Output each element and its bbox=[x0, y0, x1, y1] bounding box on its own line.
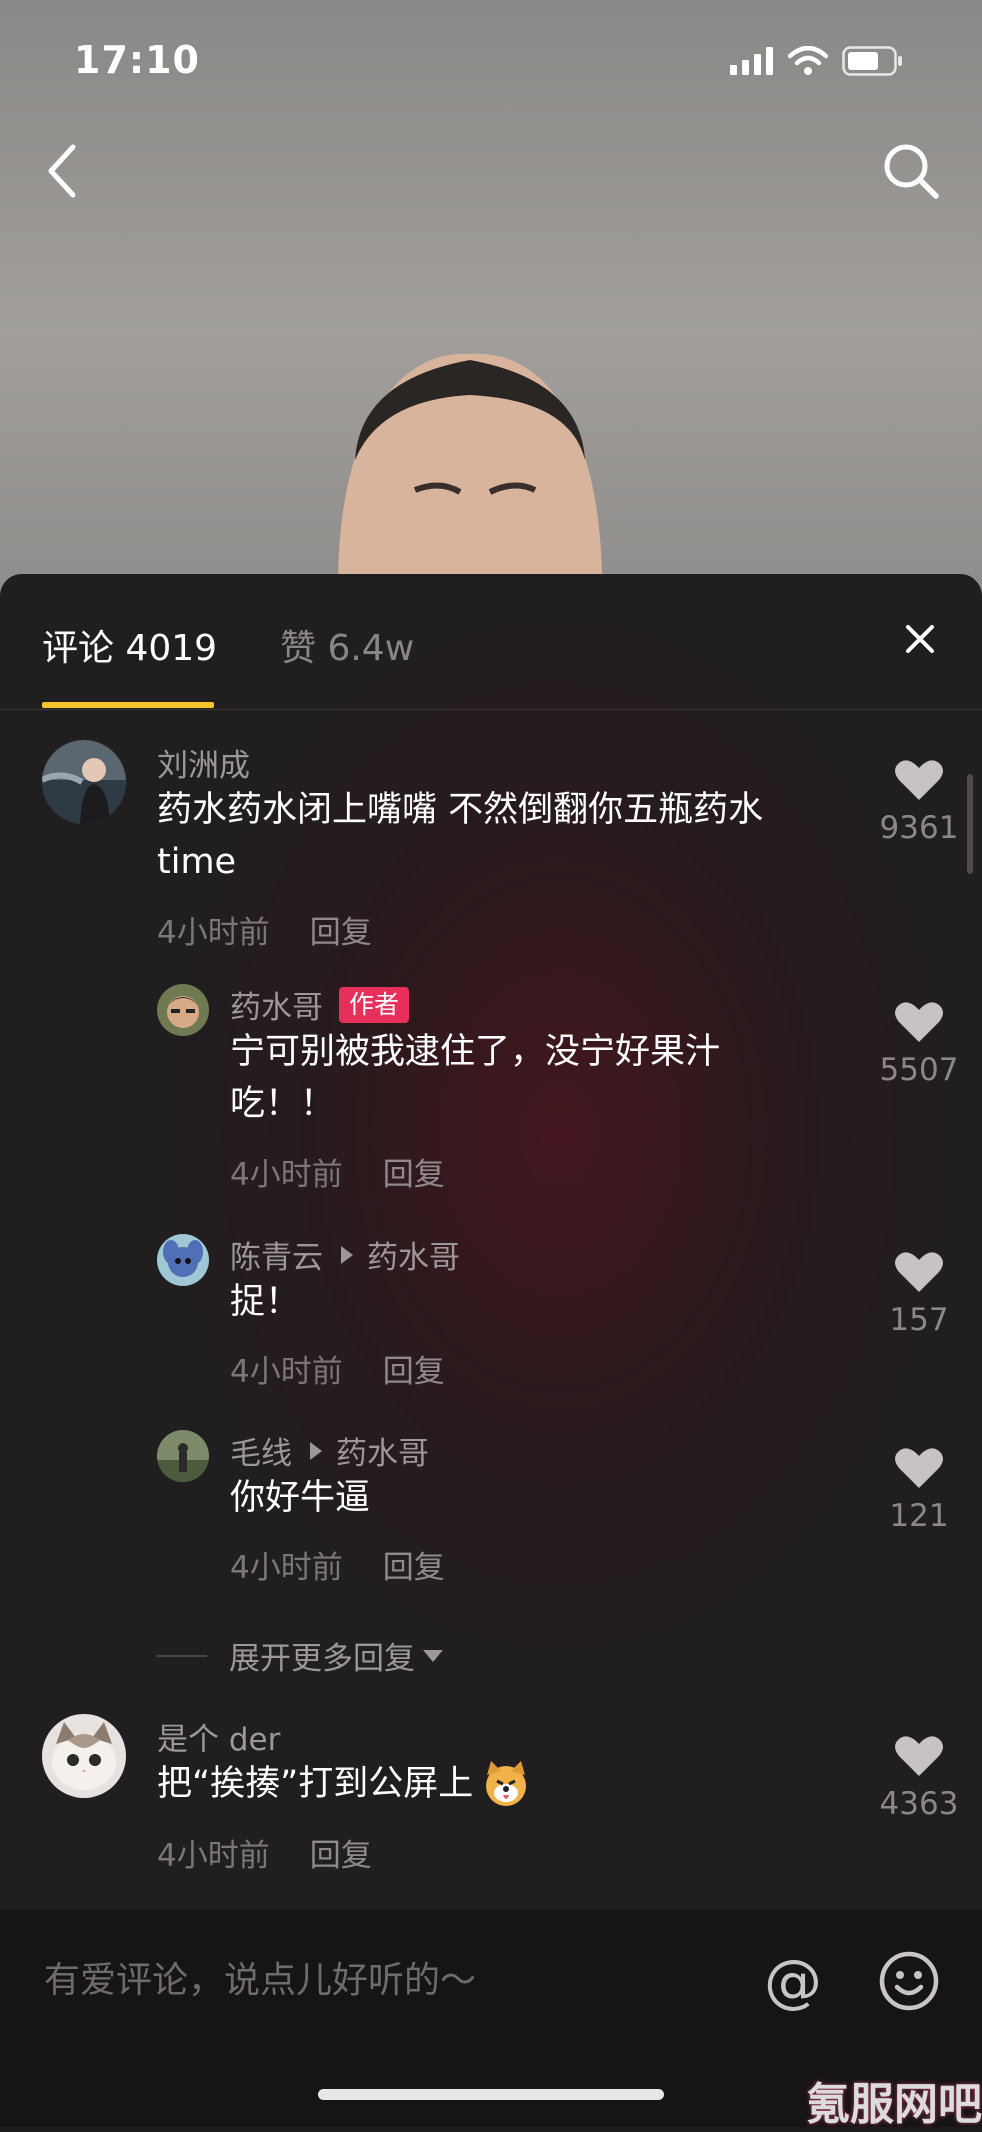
like-count: 9361 bbox=[879, 810, 959, 846]
avatar[interactable] bbox=[42, 740, 126, 824]
comment-username[interactable]: 是个 der bbox=[157, 1714, 280, 1759]
comment-username[interactable]: 药水哥 作者 bbox=[230, 982, 410, 1027]
comment-sheet: 评论 4019 赞 6.4w 刘洲成 药水药水闭上嘴嘴 不然倒翻你五瓶药水 ti… bbox=[0, 574, 982, 2127]
username-text[interactable]: 药水哥 bbox=[230, 982, 323, 1027]
comment-text-line: 捉！ bbox=[230, 1282, 301, 1322]
comment-text-line: 吃！！ bbox=[230, 1084, 336, 1124]
emoji-button[interactable] bbox=[878, 1950, 940, 2012]
reply-to-arrow-icon bbox=[341, 1245, 353, 1264]
avatar-image bbox=[42, 740, 126, 824]
comment-input[interactable] bbox=[44, 1950, 724, 2010]
battery-icon bbox=[842, 46, 902, 76]
reply-button[interactable]: 回复 bbox=[383, 1157, 445, 1193]
watermark: 氪服网吧 bbox=[806, 2079, 982, 2130]
avatar[interactable] bbox=[157, 1234, 209, 1286]
chevron-down-icon bbox=[423, 1649, 443, 1662]
heart-icon bbox=[895, 1448, 943, 1488]
avatar-image bbox=[157, 1430, 209, 1482]
active-tab-indicator bbox=[42, 702, 214, 708]
avatar-image bbox=[157, 984, 209, 1036]
tab-likes[interactable]: 赞 6.4w bbox=[280, 619, 414, 671]
back-chevron-icon bbox=[48, 144, 76, 198]
avatar[interactable] bbox=[42, 1714, 126, 1798]
comment-text-line: time bbox=[157, 842, 237, 882]
comment-time: 4小时前 bbox=[230, 1354, 343, 1390]
comment-text: 把“挨揍”打到公屏上 bbox=[157, 1764, 474, 1804]
heart-icon bbox=[895, 1252, 943, 1292]
back-button[interactable] bbox=[28, 136, 98, 206]
comment-meta: 4小时前 回复 bbox=[230, 1542, 445, 1587]
comment-tabs: 评论 4019 赞 6.4w bbox=[0, 574, 982, 710]
avatar[interactable] bbox=[157, 984, 209, 1036]
status-icons bbox=[730, 46, 904, 76]
emoji-icon bbox=[879, 1951, 939, 2011]
comment-time: 4小时前 bbox=[157, 1838, 270, 1874]
status-time: 17:10 bbox=[74, 38, 200, 82]
divider-line bbox=[157, 1654, 207, 1657]
status-bar: 17:10 bbox=[0, 0, 982, 120]
reply-button[interactable]: 回复 bbox=[310, 915, 372, 951]
reply-to-arrow-icon bbox=[310, 1441, 322, 1460]
comment-meta: 4小时前 回复 bbox=[230, 1346, 445, 1391]
tab-comments[interactable]: 评论 4019 bbox=[42, 619, 217, 671]
author-badge: 作者 bbox=[339, 986, 410, 1023]
comment-meta: 4小时前 回复 bbox=[230, 1149, 445, 1194]
reply-to-username[interactable]: 药水哥 bbox=[367, 1232, 460, 1277]
close-icon bbox=[906, 625, 934, 653]
like-button[interactable]: 5507 bbox=[864, 1000, 974, 1088]
comment-text-line: 你好牛逼 bbox=[230, 1478, 371, 1518]
heart-icon bbox=[895, 1736, 943, 1776]
avatar-image bbox=[42, 1714, 126, 1798]
search-icon bbox=[884, 144, 939, 199]
comment-username[interactable]: 刘洲成 bbox=[157, 740, 250, 785]
comment-username[interactable]: 陈青云 药水哥 bbox=[230, 1232, 460, 1277]
comment-text-line: 药水药水闭上嘴嘴 不然倒翻你五瓶药水 bbox=[157, 790, 764, 830]
username-text[interactable]: 毛线 bbox=[230, 1428, 292, 1473]
comment-username[interactable]: 毛线 药水哥 bbox=[230, 1428, 429, 1473]
comment-meta: 4小时前 回复 bbox=[157, 907, 372, 952]
comment-time: 4小时前 bbox=[157, 915, 270, 951]
close-button[interactable] bbox=[895, 614, 945, 664]
avatar[interactable] bbox=[157, 1430, 209, 1482]
reply-button[interactable]: 回复 bbox=[383, 1550, 445, 1586]
username-text[interactable]: 陈青云 bbox=[230, 1232, 323, 1277]
heart-icon bbox=[895, 1002, 943, 1042]
comment-meta: 4小时前 回复 bbox=[157, 1830, 372, 1875]
like-button[interactable]: 157 bbox=[864, 1250, 974, 1338]
wifi-icon bbox=[788, 46, 828, 75]
comment-text-line: 把“挨揍”打到公屏上 bbox=[157, 1758, 531, 1810]
avatar-image bbox=[157, 1234, 209, 1286]
like-count: 121 bbox=[889, 1498, 949, 1534]
dog-emoji-icon bbox=[486, 1761, 527, 1806]
like-button[interactable]: 4363 bbox=[864, 1734, 974, 1822]
at-icon[interactable]: @ bbox=[762, 1950, 824, 2012]
like-button[interactable]: 121 bbox=[864, 1446, 974, 1534]
comment-text-line: 宁可别被我逮住了，没宁好果汁 bbox=[230, 1032, 721, 1072]
reply-button[interactable]: 回复 bbox=[383, 1354, 445, 1390]
home-indicator bbox=[318, 2089, 664, 2100]
like-count: 157 bbox=[889, 1302, 949, 1338]
search-button[interactable] bbox=[876, 136, 946, 206]
signal-icon bbox=[730, 47, 773, 75]
expand-more-label: 展开更多回复 bbox=[229, 1641, 415, 1677]
expand-more-replies[interactable]: 展开更多回复 bbox=[157, 1633, 445, 1678]
heart-icon bbox=[895, 760, 943, 800]
like-count: 4363 bbox=[879, 1786, 959, 1822]
like-button[interactable]: 9361 bbox=[864, 758, 974, 846]
like-count: 5507 bbox=[879, 1052, 959, 1088]
reply-to-username[interactable]: 药水哥 bbox=[336, 1428, 429, 1473]
person-video-frame bbox=[338, 353, 602, 600]
comment-time: 4小时前 bbox=[230, 1157, 343, 1193]
comment-time: 4小时前 bbox=[230, 1550, 343, 1586]
reply-button[interactable]: 回复 bbox=[310, 1838, 372, 1874]
